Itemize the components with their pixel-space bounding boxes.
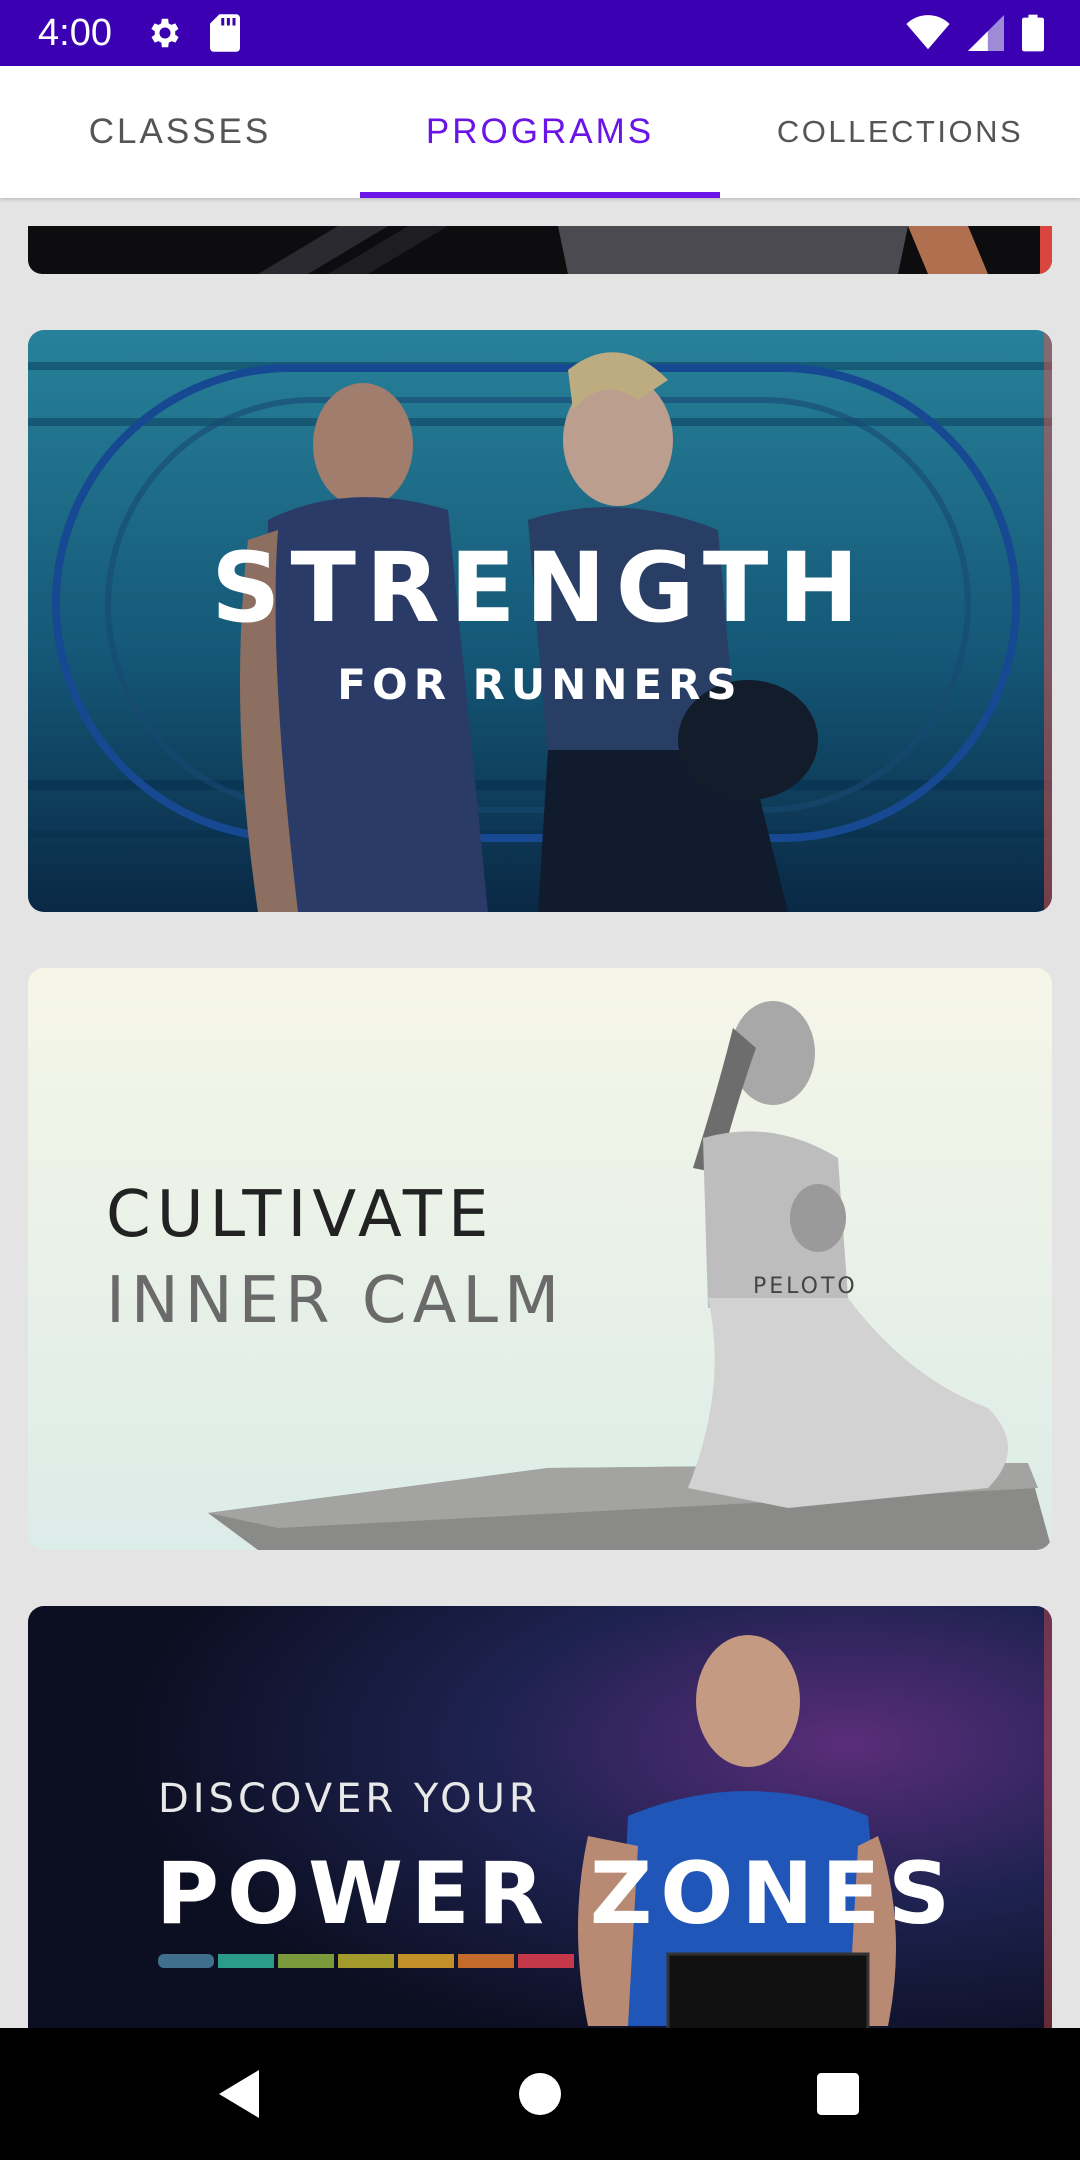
program-title: STRENGTH — [211, 532, 869, 644]
program-subtitle: INNER CALM — [106, 1264, 566, 1338]
program-title: DISCOVER YOUR — [158, 1776, 541, 1822]
tab-indicator — [360, 192, 720, 198]
program-shirt-text: PELOTO — [753, 1274, 858, 1299]
tab-programs[interactable]: PROGRAMS — [360, 66, 720, 198]
program-card-power-zones[interactable]: DISCOVER YOUR POWER ZONES — [28, 1606, 1052, 2028]
recents-icon — [817, 2073, 859, 2115]
program-card-partial[interactable] — [28, 226, 1052, 274]
back-button[interactable] — [166, 2028, 316, 2160]
program-card-image — [258, 226, 1052, 274]
program-card-strength[interactable]: STRENGTH FOR RUNNERS — [28, 330, 1052, 912]
program-card-image — [28, 968, 1052, 1550]
recents-button[interactable] — [763, 2028, 913, 2160]
wifi-icon — [906, 15, 950, 50]
status-bar: 4:00 — [0, 0, 1080, 66]
battery-icon — [1022, 14, 1044, 52]
program-title: CULTIVATE — [106, 1178, 495, 1252]
tab-classes[interactable]: CLASSES — [0, 66, 360, 198]
navigation-bar — [0, 2028, 1080, 2160]
sd-card-icon — [210, 14, 240, 52]
home-icon — [519, 2073, 561, 2115]
gear-icon — [151, 18, 179, 48]
program-subtitle: POWER ZONES — [156, 1844, 959, 1944]
signal-icon — [968, 15, 1004, 51]
tab-collections[interactable]: COLLECTIONS — [720, 66, 1080, 198]
home-button[interactable] — [465, 2028, 615, 2160]
status-time: 4:00 — [38, 12, 112, 54]
program-subtitle: FOR RUNNERS — [337, 660, 743, 709]
back-icon — [219, 2070, 259, 2118]
tab-bar: CLASSES PROGRAMS COLLECTIONS — [0, 66, 1080, 198]
program-card-calm[interactable]: PELOTO CULTIVATE INNER CALM — [28, 968, 1052, 1550]
program-list[interactable]: STRENGTH FOR RUNNERS PELOTO CULTIVATE IN — [0, 198, 1080, 2028]
